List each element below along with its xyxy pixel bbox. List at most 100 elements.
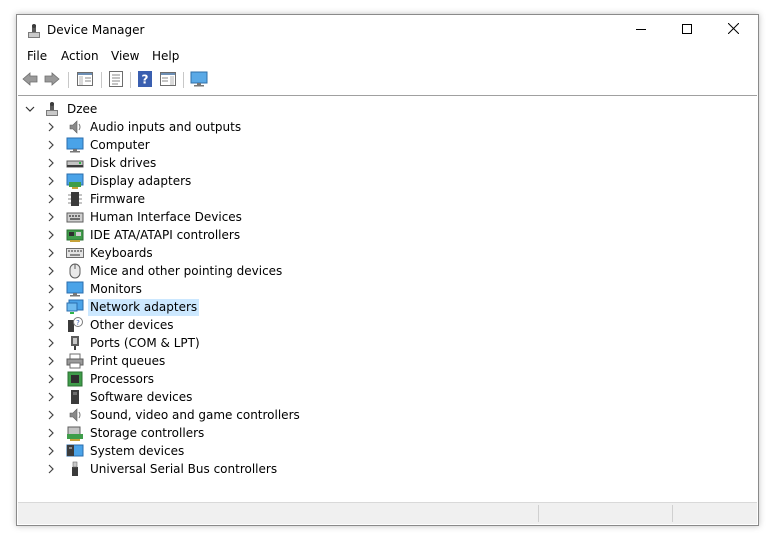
chevron-down-icon[interactable] xyxy=(23,102,37,116)
tree-item-label: Other devices xyxy=(90,317,174,332)
chevron-right-icon[interactable] xyxy=(44,246,58,260)
action-pane-icon xyxy=(160,71,176,89)
console-tree-icon xyxy=(77,71,93,89)
computer-icon xyxy=(66,137,84,153)
back-button[interactable] xyxy=(20,71,40,89)
chevron-right-icon[interactable] xyxy=(44,372,58,386)
tree-item[interactable]: Sound, video and game controllers xyxy=(44,406,302,424)
maximize-button[interactable] xyxy=(664,15,710,45)
properties-button[interactable] xyxy=(106,70,126,89)
chevron-right-icon[interactable] xyxy=(44,408,58,422)
chevron-right-icon[interactable] xyxy=(44,282,58,296)
processor-icon xyxy=(66,371,84,387)
tree-item[interactable]: Processors xyxy=(44,370,156,388)
tree-item-label: Print queues xyxy=(90,353,166,368)
tree-item[interactable]: Mice and other pointing devices xyxy=(44,262,284,280)
tree-item[interactable]: Display adapters xyxy=(44,172,193,190)
status-bar xyxy=(18,502,757,524)
chevron-right-icon[interactable] xyxy=(44,300,58,314)
tree-item[interactable]: System devices xyxy=(44,442,186,460)
tree-item-label: Audio inputs and outputs xyxy=(90,119,242,134)
maximize-icon xyxy=(682,23,692,37)
menu-view[interactable]: View xyxy=(111,49,139,63)
chevron-right-icon[interactable] xyxy=(44,192,58,206)
back-arrow-icon xyxy=(22,71,38,89)
menu-action[interactable]: Action xyxy=(61,49,99,63)
network-adapter-icon xyxy=(66,299,84,315)
tree-item-label: Monitors xyxy=(90,281,142,296)
device-tree-pane[interactable]: Dzee Audio inputs and outputs Computer Dis… xyxy=(18,95,757,502)
forward-arrow-icon xyxy=(44,71,60,89)
tree-item[interactable]: Audio inputs and outputs xyxy=(44,118,243,136)
mouse-icon xyxy=(66,263,84,279)
speaker-icon xyxy=(66,119,84,135)
software-device-icon xyxy=(66,389,84,405)
title-bar[interactable]: Device Manager xyxy=(17,15,758,46)
menu-bar: File Action View Help xyxy=(17,46,758,66)
tree-item-label: Processors xyxy=(90,371,155,386)
tree-item[interactable]: Universal Serial Bus controllers xyxy=(44,460,279,478)
tree-root-label: Dzee xyxy=(67,101,98,116)
chevron-right-icon[interactable] xyxy=(44,210,58,224)
tree-item-label: Human Interface Devices xyxy=(90,209,242,224)
chevron-right-icon[interactable] xyxy=(44,156,58,170)
ide-controller-icon xyxy=(66,227,84,243)
forward-button[interactable] xyxy=(42,71,62,89)
tree-item-label: Disk drives xyxy=(90,155,157,170)
chevron-right-icon[interactable] xyxy=(44,390,58,404)
tree-item-label: Software devices xyxy=(90,389,193,404)
minimize-button[interactable] xyxy=(618,15,664,45)
action-pane-button[interactable] xyxy=(158,71,178,89)
menu-file[interactable]: File xyxy=(27,49,47,63)
keyboard-icon xyxy=(66,245,84,261)
tree-item[interactable]: Computer xyxy=(44,136,152,154)
tree-item[interactable]: Keyboards xyxy=(44,244,155,262)
help-button[interactable]: ? xyxy=(135,70,155,89)
scan-hardware-monitor-icon xyxy=(190,71,208,90)
tree-item[interactable]: Software devices xyxy=(44,388,194,406)
tree-item-label: Computer xyxy=(90,137,150,152)
tree-item-label: Firmware xyxy=(90,191,145,206)
chevron-right-icon[interactable] xyxy=(44,318,58,332)
tree-item[interactable]: Disk drives xyxy=(44,154,158,172)
display-adapter-icon xyxy=(66,173,84,189)
tree-item[interactable]: Network adapters xyxy=(44,298,200,316)
chevron-right-icon[interactable] xyxy=(44,426,58,440)
tree-item[interactable]: Print queues xyxy=(44,352,167,370)
tree-item[interactable]: Monitors xyxy=(44,280,144,298)
chevron-right-icon[interactable] xyxy=(44,174,58,188)
system-device-icon xyxy=(66,443,84,459)
tree-item-label: IDE ATA/ATAPI controllers xyxy=(90,227,241,242)
tree-item-label: Display adapters xyxy=(90,173,192,188)
chevron-right-icon[interactable] xyxy=(44,444,58,458)
show-hide-console-tree-button[interactable] xyxy=(75,71,95,89)
tree-item[interactable]: Ports (COM & LPT) xyxy=(44,334,202,352)
sound-icon xyxy=(66,407,84,423)
scan-hardware-button[interactable] xyxy=(189,71,209,89)
tree-item[interactable]: ? Other devices xyxy=(44,316,176,334)
chevron-right-icon[interactable] xyxy=(44,336,58,350)
tree-item[interactable]: IDE ATA/ATAPI controllers xyxy=(44,226,242,244)
tree-item[interactable]: Human Interface Devices xyxy=(44,208,244,226)
svg-text:?: ? xyxy=(76,319,80,327)
chevron-right-icon[interactable] xyxy=(44,354,58,368)
tree-item-label: Network adapters xyxy=(88,298,200,316)
menu-help[interactable]: Help xyxy=(152,49,179,63)
chevron-right-icon[interactable] xyxy=(44,138,58,152)
minimize-icon xyxy=(636,23,646,37)
hid-icon xyxy=(66,209,84,225)
chevron-right-icon[interactable] xyxy=(44,264,58,278)
tree-item[interactable]: Firmware xyxy=(44,190,147,208)
chevron-right-icon[interactable] xyxy=(44,462,58,476)
tree-item-label: Sound, video and game controllers xyxy=(90,407,300,422)
tree-item-label: Keyboards xyxy=(90,245,153,260)
tree-item[interactable]: Storage controllers xyxy=(44,424,206,442)
chevron-right-icon[interactable] xyxy=(44,228,58,242)
monitor-icon xyxy=(66,281,84,297)
chevron-right-icon[interactable] xyxy=(44,120,58,134)
storage-controller-icon xyxy=(66,425,84,441)
tree-root[interactable]: Dzee xyxy=(23,100,99,118)
window-title: Device Manager xyxy=(47,23,145,37)
disk-drive-icon xyxy=(66,155,84,171)
close-button[interactable] xyxy=(710,15,756,45)
